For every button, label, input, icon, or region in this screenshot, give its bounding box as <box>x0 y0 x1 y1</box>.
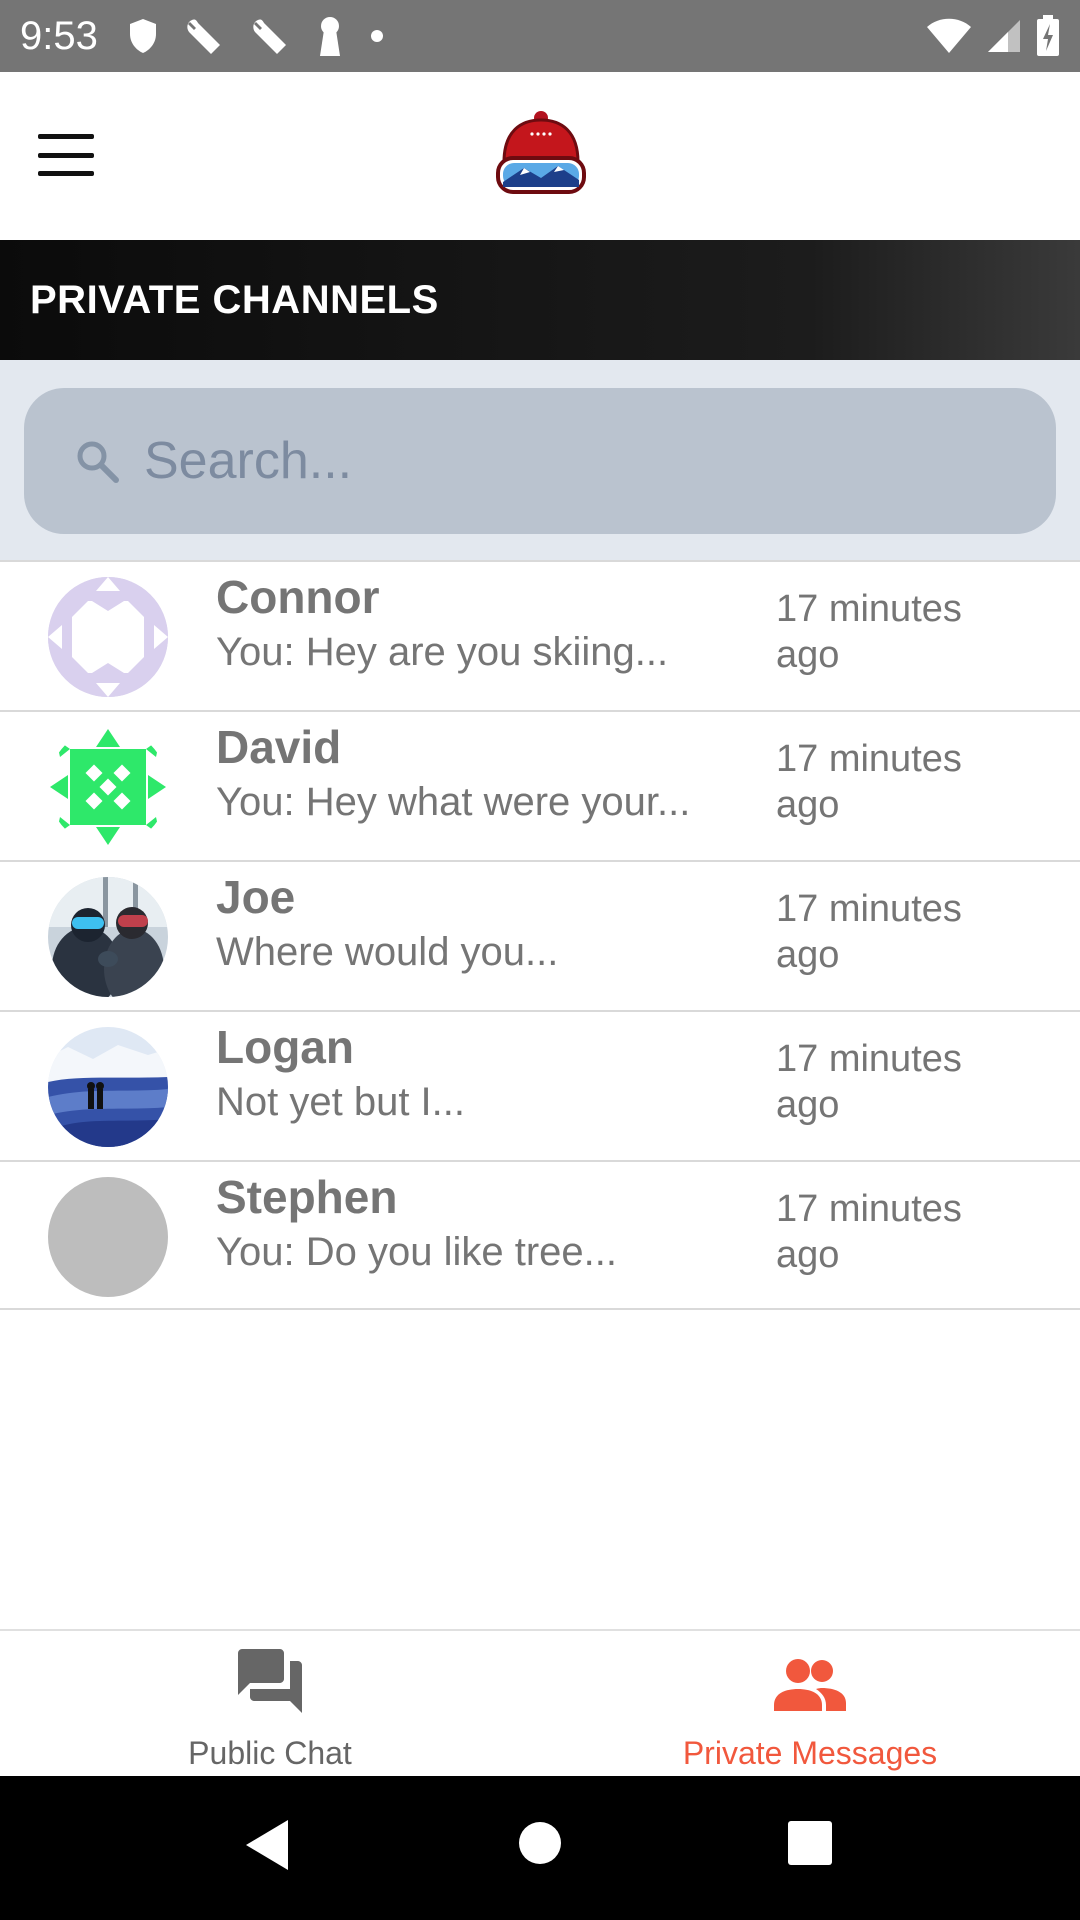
avatar <box>48 1027 168 1147</box>
status-icons-left <box>128 16 384 56</box>
search-icon <box>77 441 119 483</box>
status-bar: 9:53 <box>0 0 1080 72</box>
channel-time: 17 minutes ago <box>776 1036 996 1128</box>
avatar <box>48 877 168 997</box>
channel-row-logan[interactable]: Logan Not yet but I... 17 minutes ago <box>0 1010 1080 1160</box>
channel-time-value: 17 minutes <box>776 888 962 930</box>
shield-icon <box>129 19 156 53</box>
avatar <box>48 1177 168 1297</box>
search-input[interactable] <box>144 418 1024 504</box>
channel-row-joe[interactable]: Joe Where would you... 17 minutes ago <box>0 860 1080 1010</box>
wifi-icon <box>927 18 971 53</box>
back-icon[interactable] <box>244 1818 290 1872</box>
battery-icon <box>1037 15 1059 56</box>
channel-time-value: 17 minutes <box>776 588 962 630</box>
search-area <box>0 360 1080 562</box>
photo-avatar-icon <box>48 877 168 997</box>
hamburger-menu-icon[interactable] <box>38 134 94 176</box>
channel-name: Logan <box>216 1021 354 1073</box>
channel-time-suffix: ago <box>776 784 840 826</box>
keyhole-icon <box>319 17 340 56</box>
tab-label: Private Messages <box>682 1735 938 1771</box>
signal-icon <box>988 20 1020 52</box>
channel-time-value: 17 minutes <box>776 1038 962 1080</box>
section-banner: PRIVATE CHANNELS <box>0 240 1080 360</box>
channel-time-value: 17 minutes <box>776 738 962 780</box>
channel-row-david[interactable]: David You: Hey what were your... 17 minu… <box>0 710 1080 860</box>
channel-list: Connor You: Hey are you skiing... 17 min… <box>0 560 1080 1310</box>
tab-private-messages[interactable]: Private Messages <box>540 1631 1080 1776</box>
app-screen: 9:53 PRIVATE CHANNELS Search... Connor Y… <box>0 0 1080 1920</box>
system-nav-bar <box>0 1776 1080 1920</box>
channel-time-suffix: ago <box>776 1234 840 1276</box>
channel-time: 17 minutes ago <box>776 886 996 978</box>
channel-time: 17 minutes ago <box>776 1186 996 1278</box>
channel-preview: You: Hey are you skiing... <box>216 630 669 674</box>
channel-name: Connor <box>216 571 380 623</box>
channel-time-suffix: ago <box>776 634 840 676</box>
channel-name: Joe <box>216 871 296 923</box>
recents-icon[interactable] <box>786 1818 834 1868</box>
channel-row-connor[interactable]: Connor You: Hey are you skiing... 17 min… <box>0 560 1080 710</box>
channel-preview: Where would you... <box>216 930 559 974</box>
app-header <box>0 72 1080 240</box>
people-icon <box>774 1659 846 1711</box>
page-title: PRIVATE CHANNELS <box>30 277 439 322</box>
chat-bubbles-icon <box>238 1649 302 1713</box>
app-logo-icon[interactable] <box>494 110 588 200</box>
avatar <box>48 577 168 697</box>
pattern-avatar-icon <box>48 727 168 847</box>
wrench-icon <box>187 19 220 55</box>
search-box[interactable] <box>24 388 1056 534</box>
status-time: 9:53 <box>20 13 98 58</box>
channel-name: Stephen <box>216 1171 398 1223</box>
pattern-avatar-icon <box>48 577 168 697</box>
avatar <box>48 727 168 847</box>
bottom-tab-bar: Public Chat Private Messages <box>0 1629 1080 1776</box>
channel-time: 17 minutes ago <box>776 736 996 828</box>
home-icon[interactable] <box>518 1818 562 1868</box>
channel-name: David <box>216 721 342 773</box>
channel-time: 17 minutes ago <box>776 586 996 678</box>
channel-time-value: 17 minutes <box>776 1188 962 1230</box>
channel-row-stephen[interactable]: Stephen You: Do you like tree... 17 minu… <box>0 1160 1080 1310</box>
channel-time-suffix: ago <box>776 1084 840 1126</box>
channel-preview: You: Do you like tree... <box>216 1230 617 1274</box>
tab-label: Public Chat <box>188 1735 352 1771</box>
status-icons-right <box>926 15 1060 57</box>
channel-time-suffix: ago <box>776 934 840 976</box>
dot-icon <box>370 30 383 42</box>
channel-preview: Not yet but I... <box>216 1080 466 1124</box>
tab-public-chat[interactable]: Public Chat <box>0 1631 540 1776</box>
channel-preview: You: Hey what were your... <box>216 780 691 824</box>
photo-avatar-icon <box>48 1027 168 1147</box>
wrench-icon-2 <box>253 19 286 55</box>
